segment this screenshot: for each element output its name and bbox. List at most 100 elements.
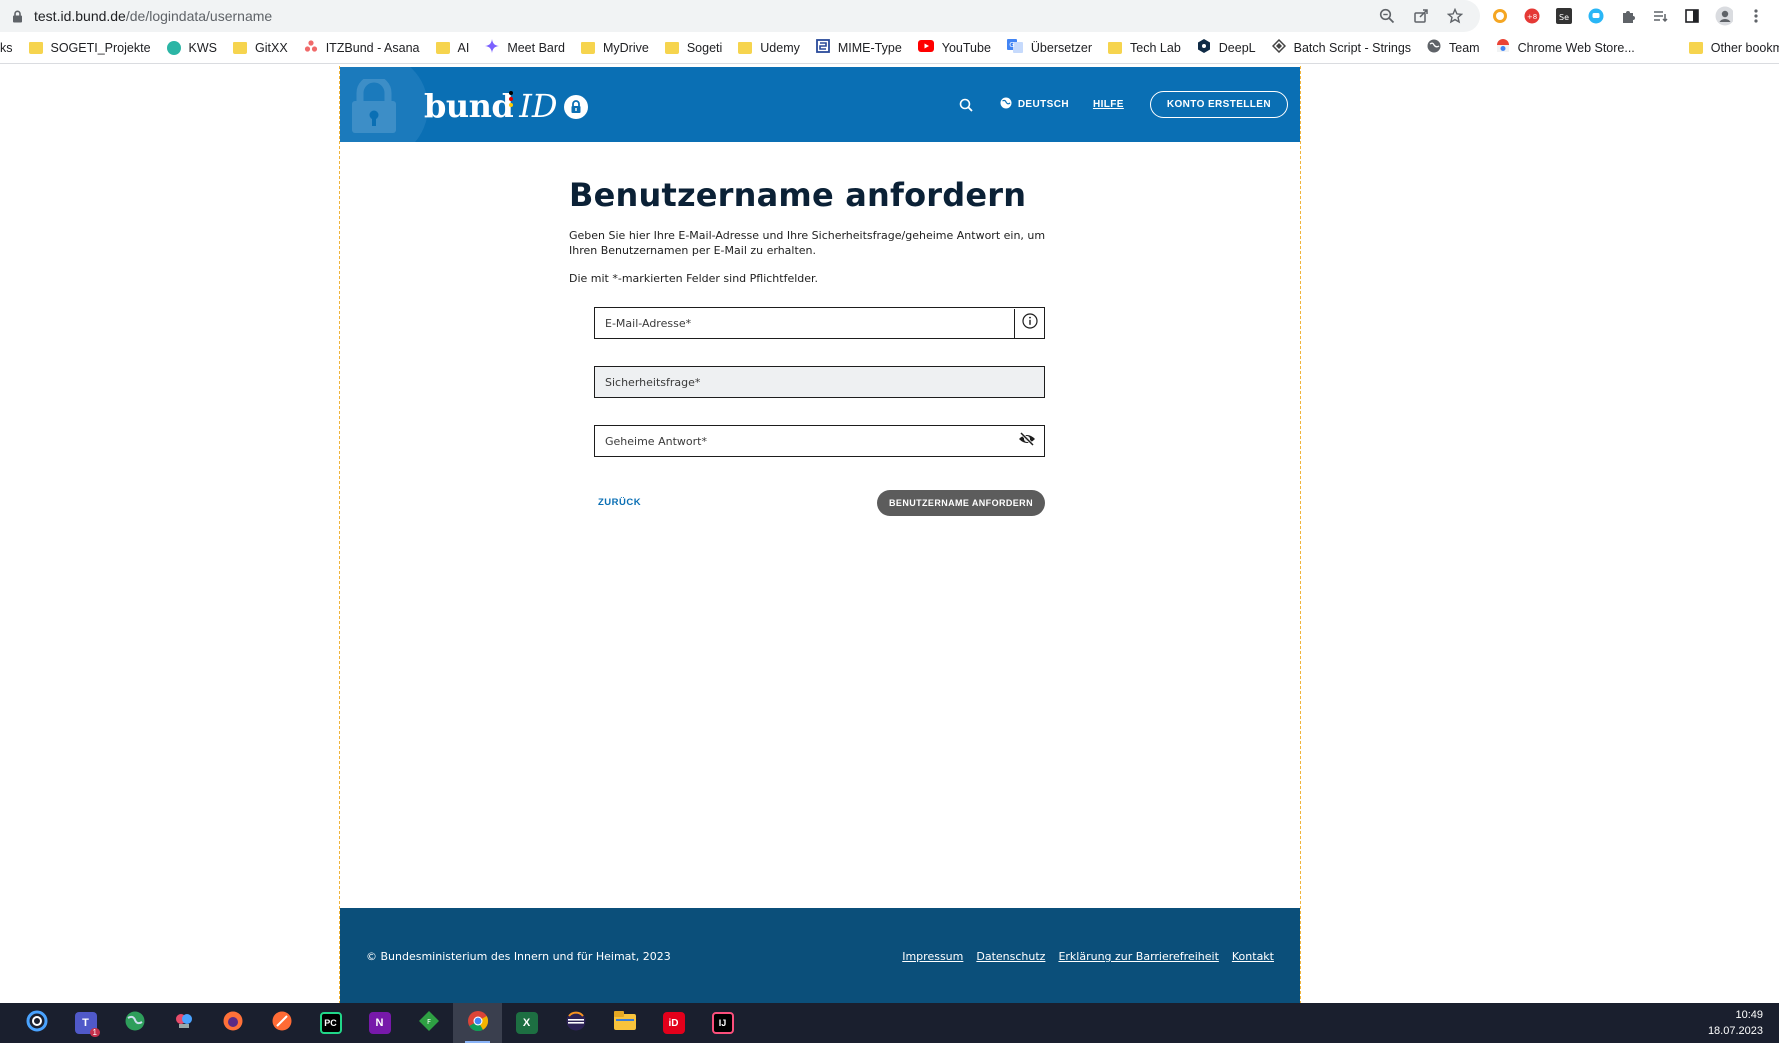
menu-icon[interactable]	[1747, 7, 1765, 25]
taskbar-explorer[interactable]	[600, 1003, 649, 1043]
bookmark-kws[interactable]: KWS	[159, 34, 225, 62]
taskbar-app-pen[interactable]	[257, 1003, 306, 1043]
other-bookmarks[interactable]: Other bookmarks	[1681, 34, 1779, 62]
asana-icon	[304, 39, 318, 56]
taskbar-app-globe[interactable]	[110, 1003, 159, 1043]
globe-icon	[1000, 97, 1012, 112]
youtube-icon	[917, 40, 934, 55]
taskbar-teams[interactable]: T1	[61, 1003, 110, 1043]
extension-chat-icon[interactable]	[1587, 7, 1605, 25]
datenschutz-link[interactable]: Datenschutz	[976, 950, 1045, 963]
taskbar-app-snipping[interactable]	[159, 1003, 208, 1043]
bookmark-mydrive[interactable]: MyDrive	[573, 34, 657, 62]
folder-app-icon	[613, 1010, 636, 1036]
taskbar-firefox[interactable]	[208, 1003, 257, 1043]
folder-icon	[435, 41, 450, 54]
bookmark-ai[interactable]: AI	[428, 34, 478, 62]
secret-answer-field[interactable]: Geheime Antwort*	[594, 425, 1045, 457]
accessibility-link[interactable]: Erklärung zur Barrierefreiheit	[1058, 950, 1218, 963]
impressum-link[interactable]: Impressum	[902, 950, 963, 963]
email-field[interactable]: E-Mail-Adresse*	[594, 307, 1045, 339]
contact-link[interactable]: Kontakt	[1232, 950, 1274, 963]
create-account-button[interactable]: KONTO ERSTELLEN	[1149, 91, 1288, 118]
help-link[interactable]: HILFE	[1093, 99, 1124, 110]
bookmark-batch-script[interactable]: Batch Script - Strings	[1264, 34, 1419, 62]
bookmark-meet-bard[interactable]: Meet Bard	[477, 34, 573, 62]
taskbar-onenote[interactable]: N	[355, 1003, 404, 1043]
footer-links: Impressum Datenschutz Erklärung zur Barr…	[902, 950, 1274, 963]
system-clock[interactable]: 10:49 18.07.2023	[1708, 1007, 1763, 1039]
site-header: bund ID DEUTSCH HILFE KONTO ERSTELLEN	[340, 67, 1300, 142]
folder-icon	[580, 41, 595, 54]
mime-icon	[815, 39, 830, 56]
email-info-button[interactable]	[1014, 308, 1044, 338]
bookmark-gitxx[interactable]: GitXX	[225, 34, 296, 62]
bookmark-deepl[interactable]: DeepL	[1189, 34, 1264, 62]
info-icon	[1021, 312, 1038, 334]
header-nav: DEUTSCH HILFE KONTO ERSTELLEN	[956, 67, 1288, 142]
deepl-icon	[1197, 39, 1211, 56]
bundid-logo[interactable]: bund ID	[424, 87, 588, 127]
folder-icon	[28, 41, 43, 54]
taskbar-app-1[interactable]	[12, 1003, 61, 1043]
bookmark-youtube[interactable]: YouTube	[910, 34, 999, 62]
browser-toolbar: test.id.bund.de/de/logindata/username +8…	[0, 0, 1779, 32]
bard-icon	[485, 39, 500, 56]
globe-app-icon	[124, 1010, 146, 1037]
folder-icon	[233, 41, 248, 54]
svg-text:G: G	[1009, 41, 1014, 49]
swirl-app-icon	[26, 1010, 48, 1037]
side-panel-icon[interactable]	[1683, 7, 1701, 25]
lock-icon	[10, 9, 24, 23]
puzzle-icon[interactable]	[1619, 7, 1637, 25]
taskbar-pycharm[interactable]: PC	[306, 1003, 355, 1043]
extension-red-icon[interactable]: +8	[1523, 7, 1541, 25]
brand-bund: bund	[424, 87, 514, 125]
back-link[interactable]: ZURÜCK	[598, 497, 641, 508]
onenote-icon: N	[368, 1012, 391, 1034]
bookmark-mime-type[interactable]: MIME-Type	[808, 34, 910, 62]
zoom-icon[interactable]	[1378, 7, 1396, 25]
search-icon[interactable]	[956, 95, 976, 115]
taskbar-intellij[interactable]: IJ	[698, 1003, 747, 1043]
brand-id: ID	[519, 87, 558, 125]
taskbar-eclipse[interactable]	[551, 1003, 600, 1043]
bookmark-sogeti[interactable]: Sogeti	[657, 34, 730, 62]
taskbar-app-green[interactable]: F	[404, 1003, 453, 1043]
bookmark-team[interactable]: Team	[1419, 34, 1488, 62]
request-username-button[interactable]: BENUTZERNAME ANFORDERN	[877, 490, 1045, 516]
bookmark-uebersetzer[interactable]: G Übersetzer	[999, 34, 1100, 62]
taskbar-bundid[interactable]: iD	[649, 1003, 698, 1043]
extension-timer-icon[interactable]	[1491, 7, 1509, 25]
pen-app-icon	[271, 1010, 293, 1037]
security-question-field[interactable]: Sicherheitsfrage*	[594, 366, 1045, 398]
translate-icon: G	[1006, 39, 1023, 56]
address-bar[interactable]: test.id.bund.de/de/logindata/username	[0, 0, 1480, 32]
bookmark-sogeti-projekte[interactable]: SOGETI_Projekte	[21, 34, 159, 62]
bookmark-partial[interactable]: ks	[0, 34, 21, 62]
url-text: test.id.bund.de/de/logindata/username	[34, 8, 273, 24]
bookmark-asana[interactable]: ITZBund - Asana	[296, 34, 428, 62]
eclipse-icon	[565, 1010, 587, 1037]
pycharm-icon: PC	[319, 1012, 342, 1034]
globe-icon	[1427, 39, 1441, 56]
profile-icon[interactable]	[1715, 6, 1733, 26]
toggle-visibility-button[interactable]	[1010, 427, 1044, 456]
chrome-icon	[467, 1010, 489, 1037]
share-icon[interactable]	[1412, 7, 1430, 25]
clock-date: 18.07.2023	[1707, 1025, 1763, 1037]
taskbar-excel[interactable]: X	[502, 1003, 551, 1043]
bookmark-tech-lab[interactable]: Tech Lab	[1100, 34, 1189, 62]
reading-list-icon[interactable]	[1651, 7, 1669, 25]
star-icon[interactable]	[1446, 7, 1464, 25]
taskbar-chrome[interactable]	[453, 1003, 502, 1043]
bookmark-chrome-web-store[interactable]: Chrome Web Store...	[1488, 34, 1643, 62]
language-switcher[interactable]: DEUTSCH	[1000, 97, 1069, 112]
kws-icon	[166, 40, 181, 55]
notification-badge: 1	[89, 1028, 100, 1037]
copyright-text: © Bundesministerium des Innern und für H…	[366, 950, 671, 963]
webstore-icon	[1496, 39, 1510, 56]
site-footer: © Bundesministerium des Innern und für H…	[340, 908, 1300, 1004]
bookmark-udemy[interactable]: Udemy	[730, 34, 808, 62]
selenium-icon[interactable]: Se	[1555, 7, 1573, 25]
